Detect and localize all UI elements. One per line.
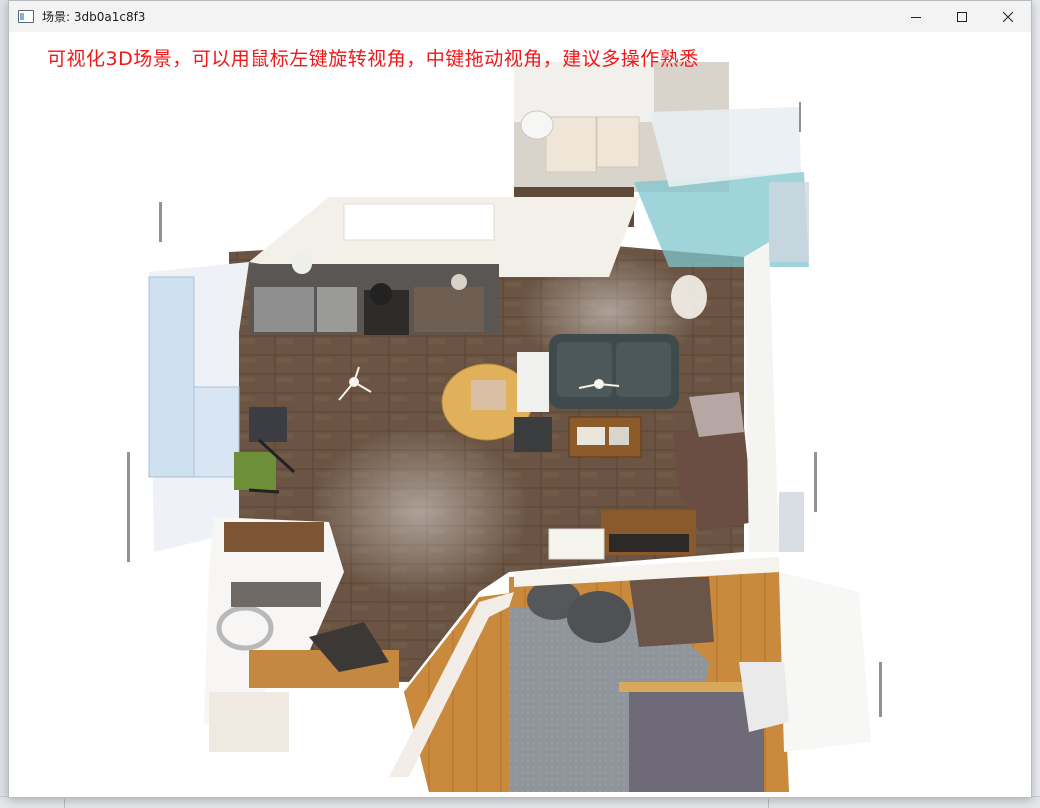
kitchen-item	[451, 274, 467, 290]
kitchen-cabinet	[414, 287, 484, 332]
sofa-cushion	[557, 342, 612, 397]
background-desktop-strip	[0, 0, 8, 807]
window-title: 场景: 3db0a1c8f3	[42, 10, 146, 24]
magazines	[577, 427, 605, 445]
lower-shelf	[209, 692, 289, 752]
maximize-icon	[957, 11, 967, 22]
maximize-button[interactable]	[939, 1, 985, 32]
scene-viewer-window: 场景: 3db0a1c8f3 可视化3D场景，可以用鼠标左键旋转视角，中键拖动视…	[8, 0, 1032, 798]
window-frame	[193, 386, 240, 478]
table-items	[471, 380, 506, 410]
toilet	[520, 110, 554, 140]
minimize-icon	[911, 16, 921, 18]
right-wall	[744, 242, 779, 552]
pouf	[567, 591, 631, 643]
chair	[517, 352, 549, 412]
bedroom-wall	[779, 572, 871, 752]
close-button[interactable]	[985, 1, 1031, 32]
window-controls	[893, 1, 1031, 32]
3d-scene-viewport[interactable]: 可视化3D场景，可以用鼠标左键旋转视角，中键拖动视角，建议多操作熟悉	[9, 32, 1031, 797]
title-bar[interactable]: 场景: 3db0a1c8f3	[9, 1, 1031, 33]
point-cloud-render	[127, 62, 882, 792]
window-light	[343, 203, 495, 241]
kitchen-item	[370, 283, 392, 305]
chair	[249, 407, 287, 442]
bed	[629, 687, 764, 792]
chair	[514, 417, 552, 452]
instruction-text: 可视化3D场景，可以用鼠标左键旋转视角，中键拖动视角，建议多操作熟悉	[47, 48, 699, 70]
kitchen-cabinet	[254, 287, 314, 332]
magazines	[609, 427, 629, 445]
kitchen-item	[292, 254, 312, 274]
desk	[224, 522, 324, 552]
sofa-cushion	[616, 342, 671, 397]
kitchen-cabinet	[317, 287, 357, 332]
bath-mat	[596, 116, 640, 168]
close-icon	[1003, 11, 1013, 22]
app-icon	[18, 10, 34, 23]
dresser	[629, 577, 714, 647]
window-frame	[148, 276, 195, 478]
tv-unit	[609, 534, 689, 552]
shelf-items	[231, 582, 321, 607]
low-shelf	[548, 528, 605, 560]
bath-mat	[545, 116, 597, 173]
chair	[234, 452, 276, 490]
minimize-button[interactable]	[893, 1, 939, 32]
lamp-shade	[671, 275, 707, 319]
